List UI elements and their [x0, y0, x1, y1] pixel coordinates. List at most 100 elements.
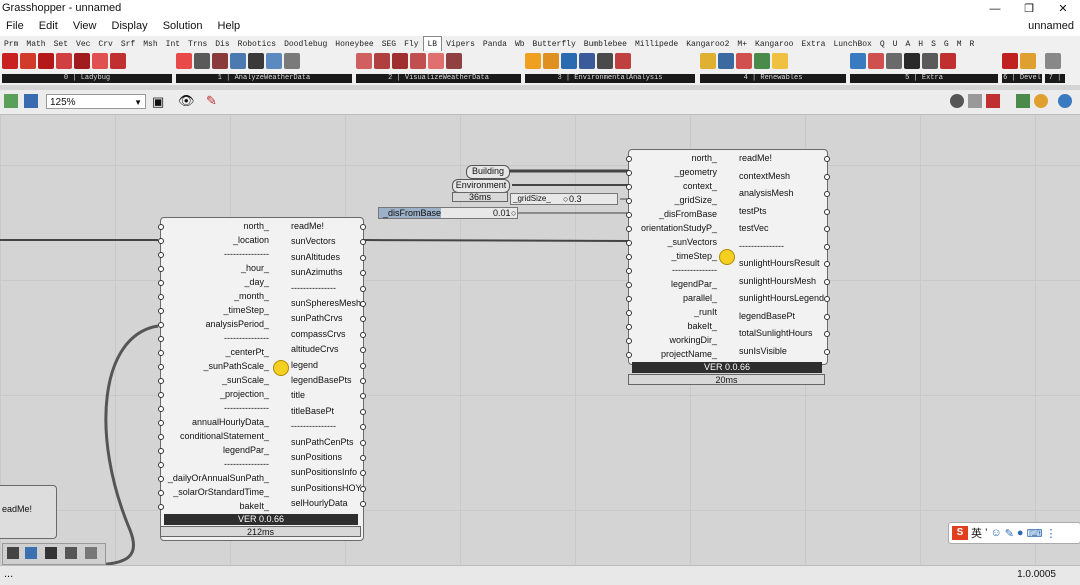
tab-vipers[interactable]: Vipers — [442, 37, 479, 51]
output-grip[interactable] — [360, 362, 366, 369]
tab-lunchbox[interactable]: LunchBox — [829, 37, 875, 51]
cube-icon[interactable] — [85, 547, 97, 559]
chart-icon[interactable] — [428, 53, 444, 69]
tab-q[interactable]: Q — [876, 37, 889, 51]
ladybug-icon[interactable] — [1002, 53, 1018, 69]
thermal-icon[interactable] — [736, 53, 752, 69]
tab-kangaroo2[interactable]: Kangaroo2 — [682, 37, 733, 51]
output-grip[interactable] — [360, 378, 366, 384]
tab-set[interactable]: Set — [50, 37, 72, 51]
preview-icon[interactable] — [1016, 94, 1030, 108]
input-grip[interactable] — [158, 504, 164, 510]
output-grip[interactable] — [360, 439, 366, 446]
person-icon[interactable] — [904, 53, 920, 69]
pv-icon[interactable] — [718, 53, 734, 69]
menu-file[interactable]: File — [0, 18, 30, 34]
output-grip[interactable] — [824, 226, 830, 232]
sunpath-component[interactable]: north_ _location --------------- _hour_ _day… — [158, 217, 366, 541]
menu-edit[interactable]: Edit — [33, 18, 64, 34]
tab-bumblebee[interactable]: Bumblebee — [580, 37, 631, 51]
output-grip[interactable] — [824, 208, 830, 215]
tab-m-[interactable]: M+ — [733, 37, 751, 51]
disfrombase-slider[interactable]: _disFromBase 0.01 ○ — [378, 207, 518, 219]
tab-butterfly[interactable]: Butterfly — [529, 37, 580, 51]
display-mode-icon[interactable] — [968, 94, 982, 108]
tab-int[interactable]: Int — [162, 37, 184, 51]
input-grip[interactable] — [626, 254, 632, 260]
input-grip[interactable] — [158, 336, 164, 342]
tab-millipede[interactable]: Millipede — [631, 37, 682, 51]
tab-kangaroo[interactable]: Kangaroo — [751, 37, 797, 51]
input-grip[interactable] — [158, 406, 164, 412]
input-grip[interactable] — [158, 308, 164, 314]
weather-icon[interactable] — [212, 53, 228, 69]
punctuation-icon[interactable]: ’ — [985, 527, 987, 539]
calendar-icon[interactable] — [1045, 53, 1061, 69]
input-grip[interactable] — [626, 282, 632, 288]
sketch-icon[interactable]: ✎ — [206, 93, 217, 109]
input-grip[interactable] — [158, 280, 164, 286]
color-icon[interactable] — [868, 53, 884, 69]
tab-wb[interactable]: Wb — [511, 37, 529, 51]
chart-icon[interactable] — [410, 53, 426, 69]
input-grip[interactable] — [158, 266, 164, 272]
pv-icon[interactable] — [700, 53, 716, 69]
output-grip[interactable] — [824, 261, 830, 267]
readme-panel[interactable]: eadMe! — [0, 485, 57, 539]
zoom-extents-icon[interactable]: ▣ — [152, 94, 164, 110]
display-mode-icon[interactable] — [986, 94, 1000, 108]
output-grip[interactable] — [824, 191, 830, 197]
input-grip[interactable] — [158, 462, 164, 468]
tab-msh[interactable]: Msh — [139, 37, 161, 51]
sun-icon[interactable] — [772, 53, 788, 69]
tab-panda[interactable]: Panda — [479, 37, 511, 51]
sunlight-hours-component[interactable]: north_ _geometry context_ _gridSize_ _disFro… — [626, 149, 830, 365]
tab-g[interactable]: G — [940, 37, 953, 51]
output-grip[interactable] — [360, 285, 366, 292]
ladybug-icon[interactable] — [110, 53, 126, 69]
weather-icon[interactable] — [230, 53, 246, 69]
input-grip[interactable] — [158, 364, 164, 370]
input-grip[interactable] — [626, 338, 632, 344]
ime-language[interactable]: 英 — [971, 525, 982, 541]
input-grip[interactable] — [158, 392, 164, 398]
emoji-icon[interactable]: ☺ — [990, 527, 1001, 539]
globe-icon[interactable] — [1058, 94, 1072, 108]
output-grip[interactable] — [360, 408, 366, 415]
output-grip[interactable] — [824, 296, 830, 302]
menu-grid-icon[interactable]: ⋮ — [1045, 527, 1056, 540]
tab-fly[interactable]: Fly — [400, 37, 422, 51]
tab-u[interactable]: U — [889, 37, 902, 51]
menu-view[interactable]: View — [67, 18, 103, 34]
weather-icon[interactable] — [176, 53, 192, 69]
ladybug-icon[interactable] — [56, 53, 72, 69]
weather-icon[interactable] — [284, 53, 300, 69]
display-mode-icon[interactable] — [950, 94, 964, 108]
slider-handle[interactable]: ○ — [563, 194, 568, 204]
building-param[interactable]: Building — [466, 165, 510, 179]
input-grip[interactable] — [158, 294, 164, 300]
eye-icon[interactable] — [561, 53, 577, 69]
output-grip[interactable] — [824, 173, 830, 180]
output-grip[interactable] — [824, 243, 830, 250]
input-grip[interactable] — [158, 378, 164, 384]
close-icon[interactable]: ✕ — [1046, 0, 1080, 18]
menu-solution[interactable]: Solution — [157, 18, 209, 34]
weather-icon[interactable] — [194, 53, 210, 69]
sun-icon[interactable] — [525, 53, 541, 69]
save-icon[interactable] — [24, 94, 38, 108]
output-grip[interactable] — [824, 313, 830, 320]
output-grip[interactable] — [360, 455, 366, 461]
tab-r[interactable]: R — [966, 37, 979, 51]
input-grip[interactable] — [626, 240, 632, 246]
sun-icon[interactable] — [1020, 53, 1036, 69]
weather-icon[interactable] — [248, 53, 264, 69]
tab-m[interactable]: M — [953, 37, 966, 51]
input-grip[interactable] — [626, 170, 632, 176]
gear-icon[interactable] — [65, 547, 77, 559]
preview-icon[interactable] — [1034, 94, 1048, 108]
tab-honeybee[interactable]: Honeybee — [331, 37, 377, 51]
input-grip[interactable] — [158, 322, 164, 328]
ladybug-icon[interactable] — [2, 53, 18, 69]
mic-icon[interactable]: ● — [1017, 527, 1024, 539]
